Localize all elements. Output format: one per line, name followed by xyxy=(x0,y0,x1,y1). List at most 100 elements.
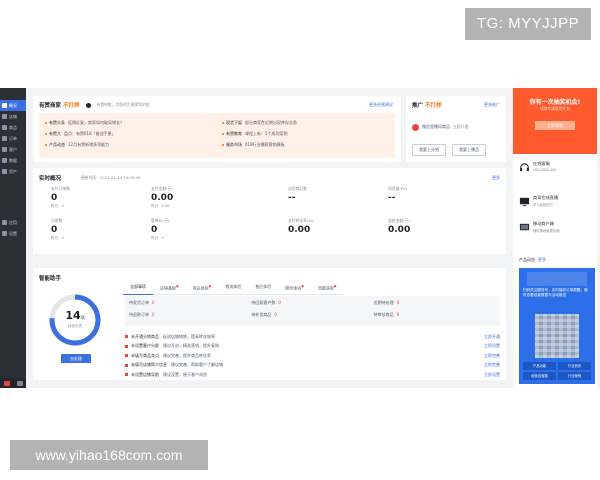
nav-label: 商品 xyxy=(9,124,17,130)
service-subtitle: 400-0000-000 xyxy=(533,168,557,172)
more-advice-link[interactable]: 更多经营建议 xyxy=(369,102,393,108)
follow-link[interactable]: 产品功能 xyxy=(523,362,556,370)
stat-avg-price: 客单价(元) 0 昨日：0 xyxy=(151,218,170,240)
service-live[interactable]: 商家在线直播 学习经营知识 xyxy=(519,194,595,212)
follow-buttons: 产品功能 行业资讯 经营百宝箱 行业案例 xyxy=(523,362,591,380)
tab-all[interactable]: 全部事项 xyxy=(123,281,153,296)
task-item[interactable]: 待审核商品 0 xyxy=(374,312,496,324)
nav-label: 订单 xyxy=(9,135,17,141)
notice-list: 有赞头条 疫情反复，商家如何破局增长？ 现货下架 部分商家在近期出现库存告急 有赞大… xyxy=(39,113,395,158)
stat-amount: 支付金额(元) 0.00 昨日：0.00 xyxy=(151,186,174,208)
nav-item-overview[interactable]: 概况 xyxy=(0,100,26,111)
more-promo-link[interactable]: 更多推广 xyxy=(484,102,500,108)
notice-title: 有赞商家 不打烊 xyxy=(39,103,80,109)
suggestion-item: 未设置客户分群 建议开启，精准营销，提升复购 立即设置 xyxy=(125,342,500,352)
warning-icon xyxy=(125,344,128,348)
handle-button[interactable]: 去处理 xyxy=(61,354,91,363)
notice-item[interactable]: 产品动态 12月有赞新增多项能力 xyxy=(45,139,212,150)
service-online[interactable]: 在线客服 400-0000-000 xyxy=(519,160,595,178)
gear-icon xyxy=(2,231,7,236)
notice-item[interactable]: 有赞大 盘点：有赞618「备战手册」 xyxy=(45,128,212,139)
suggestion-action[interactable]: 立即设置 xyxy=(484,343,500,349)
notice-item[interactable]: 有赞头条 疫情反复，商家如何破局增长？ xyxy=(45,117,212,128)
monitor-icon xyxy=(519,197,530,207)
task-item[interactable]: 待补货商品 0 xyxy=(251,312,373,324)
lottery-banner[interactable]: 你有一次抽奖机会! 领取专属营销礼包 立即领取 xyxy=(513,88,597,162)
follow-link[interactable]: 行业案例 xyxy=(558,372,591,380)
suggestion-action[interactable]: 立即完善 xyxy=(484,353,500,359)
watermark-bottom: www.yihao168com.com xyxy=(10,440,208,470)
suggestion-item: 未填写商品卖点 建议完善，提升商品转化率 立即完善 xyxy=(125,351,500,361)
notice-item[interactable]: 现货下架 部分商家在近期出现库存告急 xyxy=(222,117,389,128)
task-item[interactable]: 待回复客户数 0 xyxy=(251,300,373,312)
tab-logistics[interactable]: 物流体验 xyxy=(218,281,249,296)
nav-label: 资产 xyxy=(9,168,17,174)
service-mobile[interactable]: 移动商户端 随时随地管理店铺 xyxy=(519,220,595,238)
pending-count: 14项 xyxy=(65,309,85,322)
watermark-top: TG: MYYJJPP xyxy=(465,8,591,40)
tab-aftersale[interactable]: 售后体验 xyxy=(248,281,279,296)
warning-icon xyxy=(125,363,128,367)
follow-link[interactable]: 经营百宝箱 xyxy=(523,372,556,380)
suggestion-item: 未填写店铺简介信息 建议完善，帮助客户了解店铺 立即完善 xyxy=(125,361,500,371)
nav-item-assets[interactable]: 资产 xyxy=(0,166,26,177)
shield-icon xyxy=(85,102,91,108)
nav-label: 店铺 xyxy=(9,113,17,119)
nav-item-apps[interactable]: 应用 xyxy=(0,217,26,228)
message-icon[interactable] xyxy=(3,380,10,386)
nav-item-orders[interactable]: 订单 xyxy=(0,133,26,144)
tab-service[interactable]: 服务体验● xyxy=(278,281,311,296)
notice-item[interactable]: 服务市场 618行业爆款营销模板 xyxy=(222,139,389,150)
warning-icon xyxy=(125,335,128,339)
realtime-overview-card: 实时概况 更新时间：2021-01-24 23:59:49 更多 支付订单数 0 昨… xyxy=(33,168,506,254)
stat-visited-goods: 访问商品数 -- xyxy=(288,186,307,203)
nav-item-data[interactable]: 数据 xyxy=(0,155,26,166)
task-item[interactable]: 待退款订单 0 xyxy=(129,312,251,324)
tab-traffic[interactable]: 流量获取● xyxy=(310,281,344,296)
distribution-button[interactable]: 我要上分销 xyxy=(412,144,446,156)
screenshot-stage: 概况 店铺 商品 订单 客户 数据 资产 应用 设置 有赞商家 不打烊 有赞护航，… xyxy=(0,0,600,480)
notice-tag: 有赞护航，为您的生意保驾护航 xyxy=(96,102,150,107)
wallet-icon xyxy=(2,169,7,174)
service-panel: 在线客服 400-0000-000 商家在线直播 学习经营知识 移动商户端 随时… xyxy=(513,154,597,252)
hot-product-button[interactable]: 我要上爆品 xyxy=(452,144,486,156)
tab-store-basic[interactable]: 店铺基础● xyxy=(153,281,186,296)
admin-dashboard: 概况 店铺 商品 订单 客户 数据 资产 应用 设置 有赞商家 不打烊 有赞护航，… xyxy=(0,88,600,388)
suggestion-action[interactable]: 立即完善 xyxy=(484,362,500,368)
smart-assistant-card: 智能助手 14项 待优化项 去处理 全部事项 店铺基础● 商品体验● 物流体验 … xyxy=(33,268,506,380)
stat-orders: 支付订单数 0 昨日：0 xyxy=(51,186,70,208)
claim-button[interactable]: 立即领取 xyxy=(535,121,575,130)
nav-item-settings[interactable]: 设置 xyxy=(0,228,26,239)
nav-label: 数据 xyxy=(9,157,17,163)
headset-icon xyxy=(520,163,529,172)
promo-buttons: 我要上分销 我要上爆品 xyxy=(412,144,486,156)
warning-icon xyxy=(125,354,128,358)
realtime-more-link[interactable]: 更多 xyxy=(492,175,500,181)
suggestion-action[interactable]: 立即设置 xyxy=(484,372,500,378)
follow-link[interactable]: 行业资讯 xyxy=(558,362,591,370)
nav-item-goods[interactable]: 商品 xyxy=(0,122,26,133)
service-title: 在线客服 xyxy=(533,161,550,166)
blurred-banner xyxy=(527,272,587,286)
notice-header: 有赞商家 不打烊 有赞护航，为您的生意保驾护航 xyxy=(39,101,150,109)
suggestion-action[interactable]: 立即开通 xyxy=(484,334,500,340)
merchant-notice-card: 有赞商家 不打烊 有赞护航，为您的生意保驾护航 更多经营建议 有赞头条 疫情反复，商… xyxy=(33,96,401,162)
task-summary: 待发货订单 0 待回复客户数 0 近期待处理 0 待退款订单 0 待补货商品 0 待审核商… xyxy=(125,296,500,326)
nav-item-store[interactable]: 店铺 xyxy=(0,111,26,122)
promo-channel-row[interactable]: 微信直播间商品 立即开通 xyxy=(412,122,500,132)
home-icon xyxy=(2,103,7,108)
promo-channel-name: 微信直播间商品 xyxy=(422,124,450,129)
warning-icon xyxy=(125,373,128,377)
tab-goods[interactable]: 商品体验● xyxy=(185,281,219,296)
promo-title: 推广 不打烊 xyxy=(412,103,442,109)
task-item[interactable]: 待发货订单 0 xyxy=(129,300,251,312)
product-news-more[interactable]: 更多 xyxy=(538,257,546,262)
task-item[interactable]: 近期待处理 0 xyxy=(374,300,496,312)
assistant-tabs: 全部事项 店铺基础● 商品体验● 物流体验 售后体验 服务体验● 流量获取● xyxy=(123,281,344,296)
stat-conversion: 支付转化率(%) 0.00 xyxy=(288,218,314,235)
notice-item[interactable]: 有赞教育 课程上新：5个成功案例 xyxy=(222,128,389,139)
user-icon xyxy=(2,147,7,152)
nav-item-customers[interactable]: 客户 xyxy=(0,144,26,155)
mail-icon[interactable] xyxy=(16,380,23,386)
nav-footer xyxy=(0,378,26,388)
